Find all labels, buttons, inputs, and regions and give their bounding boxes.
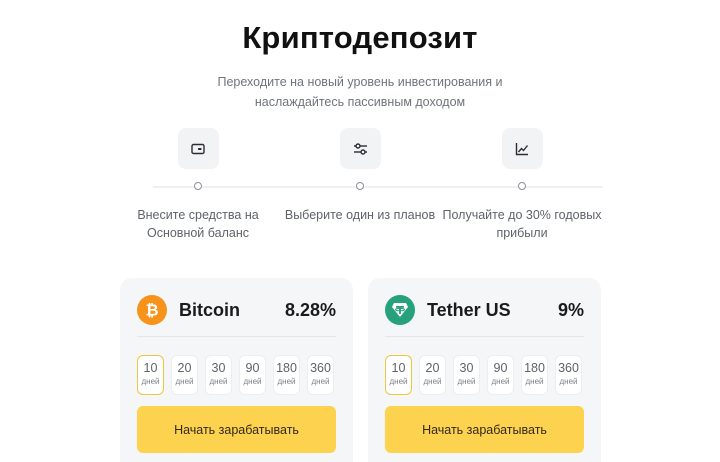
period-unit: дней — [389, 377, 408, 386]
period-value: 20 — [177, 361, 192, 375]
period-unit: дней — [423, 377, 442, 386]
step-marker — [518, 182, 526, 190]
step-text: Внесите средства на Основной баланс — [137, 208, 259, 240]
period-value: 360 — [310, 361, 331, 375]
period-unit: дней — [243, 377, 262, 386]
period-option-360[interactable]: 360 дней — [307, 355, 334, 395]
period-value: 20 — [425, 361, 440, 375]
period-unit: дней — [175, 377, 194, 386]
period-value: 30 — [459, 361, 474, 375]
step-earn: Получайте до 30% годовых прибыли — [437, 128, 607, 240]
period-option-90[interactable]: 90 дней — [239, 355, 266, 395]
svg-text:₿: ₿ — [145, 301, 158, 319]
period-option-10[interactable]: 10 дней — [385, 355, 412, 395]
period-unit: дней — [311, 377, 330, 386]
period-option-180[interactable]: 180 дней — [273, 355, 300, 395]
period-unit: дней — [491, 377, 510, 386]
period-value: 90 — [245, 361, 260, 375]
period-option-30[interactable]: 30 дней — [205, 355, 232, 395]
period-option-360[interactable]: 360 дней — [555, 355, 582, 395]
period-unit: дней — [559, 377, 578, 386]
period-option-30[interactable]: 30 дней — [453, 355, 480, 395]
period-value: 90 — [493, 361, 508, 375]
wallet-icon — [177, 128, 219, 169]
period-value: 180 — [276, 361, 297, 375]
period-option-20[interactable]: 20 дней — [419, 355, 446, 395]
period-selector-tether: 10 дней 20 дней 30 дней 90 дней 180 дней 360 д… — [385, 355, 582, 395]
coin-name: Tether US — [427, 299, 511, 320]
bitcoin-icon: ₿ — [137, 295, 167, 325]
period-option-10[interactable]: 10 дней — [137, 355, 164, 395]
start-earning-button-bitcoin[interactable]: Начать зарабатывать — [137, 406, 336, 453]
period-option-180[interactable]: 180 дней — [521, 355, 548, 395]
period-value: 10 — [143, 361, 158, 375]
period-unit: дней — [277, 377, 296, 386]
period-unit: дней — [209, 377, 228, 386]
coin-name: Bitcoin — [179, 299, 240, 320]
period-unit: дней — [141, 377, 160, 386]
coin-rate: 8.28% — [284, 299, 336, 320]
step-choose-plan: Выберите один из планов — [275, 128, 445, 222]
step-text: Получайте до 30% годовых прибыли — [442, 208, 602, 240]
start-earning-button-tether[interactable]: Начать зарабатывать — [385, 406, 584, 453]
divider — [137, 336, 336, 337]
step-marker — [356, 182, 364, 190]
step-text: Выберите один из планов — [284, 208, 436, 222]
period-unit: дней — [457, 377, 476, 386]
period-selector-bitcoin: 10 дней 20 дней 30 дней 90 дней 180 дней 360 д… — [137, 355, 334, 395]
page-title: Криптодепозит — [242, 20, 478, 55]
step-deposit: Внесите средства на Основной баланс — [113, 128, 283, 240]
period-unit: дней — [525, 377, 544, 386]
period-option-90[interactable]: 90 дней — [487, 355, 514, 395]
steps-progress-line — [153, 186, 603, 188]
coin-rate: 9% — [557, 299, 584, 320]
page-subtitle: Переходите на новый уровень инвестирован… — [217, 75, 503, 109]
period-value: 360 — [558, 361, 579, 375]
step-marker — [194, 182, 202, 190]
period-value: 30 — [211, 361, 226, 375]
sliders-icon — [339, 128, 381, 169]
period-value: 180 — [524, 361, 545, 375]
line-chart-icon — [501, 128, 543, 169]
period-value: 10 — [391, 361, 406, 375]
divider — [385, 336, 584, 337]
tether-icon — [385, 295, 415, 325]
period-option-20[interactable]: 20 дней — [171, 355, 198, 395]
